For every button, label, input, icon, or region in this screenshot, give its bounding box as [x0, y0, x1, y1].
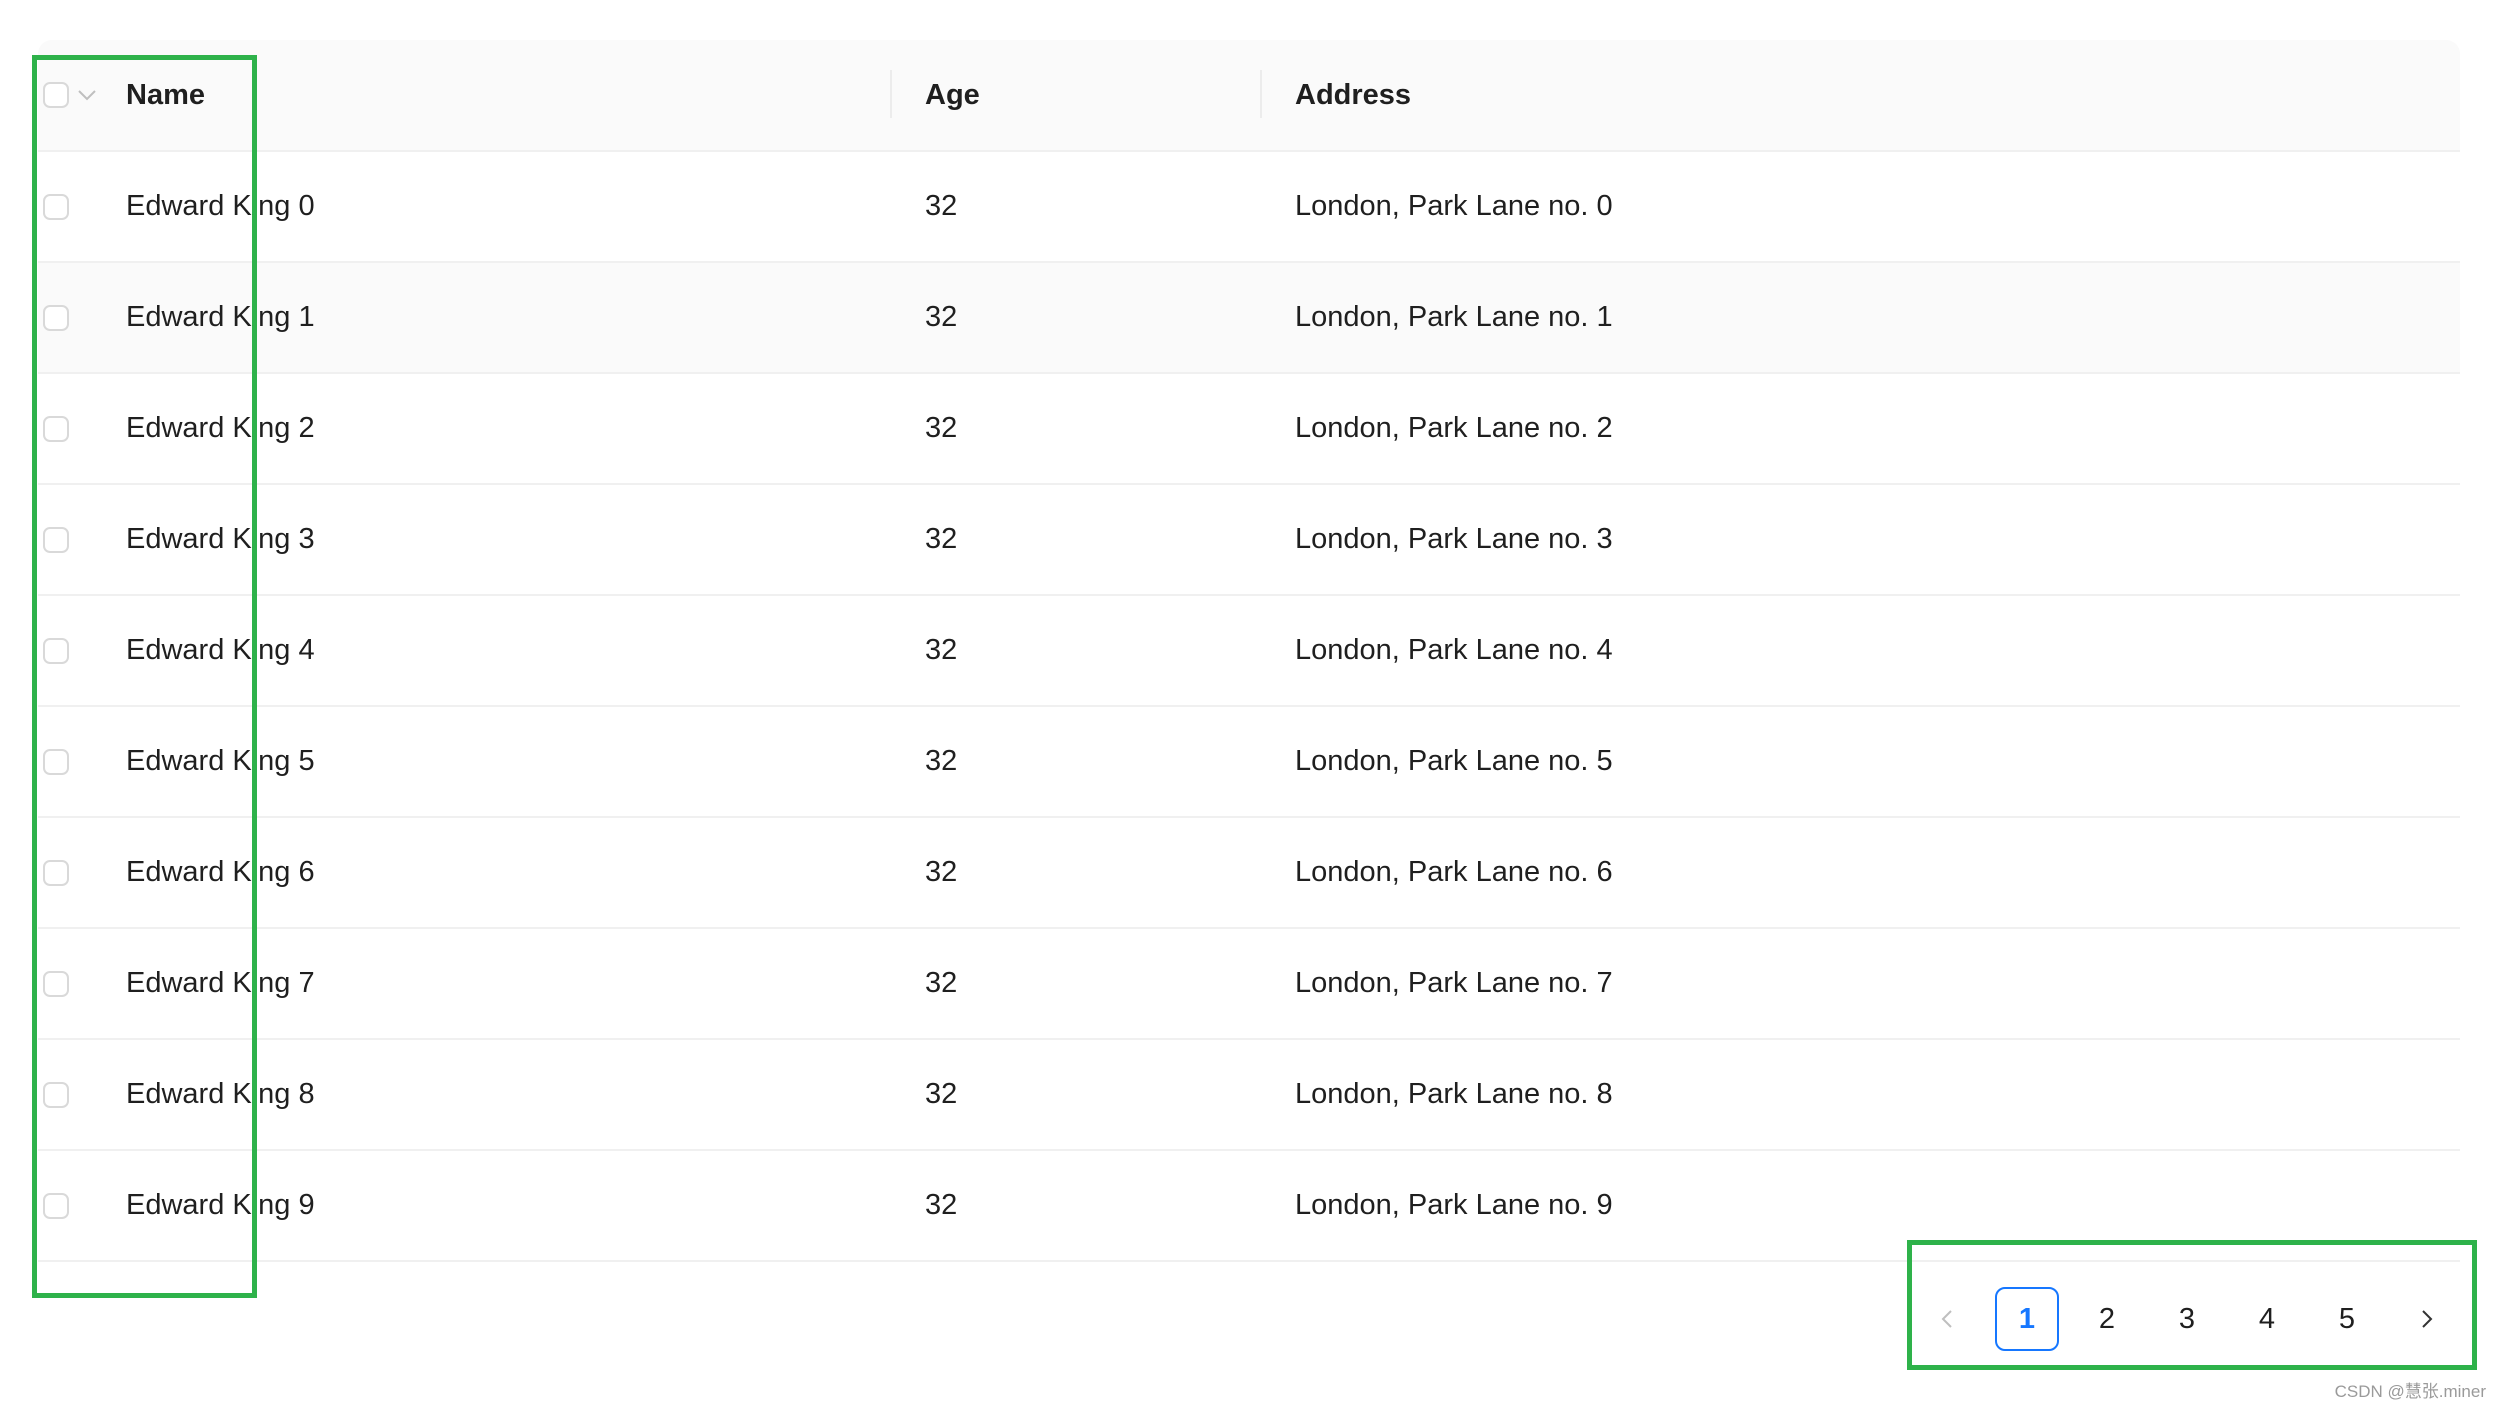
cell-age: 32: [925, 967, 958, 999]
cell-address: London, Park Lane no. 7: [1295, 967, 1613, 999]
cell-age: 32: [925, 523, 958, 555]
cell-address: London, Park Lane no. 6: [1295, 856, 1613, 888]
table-row[interactable]: Edward King 1 32 London, Park Lane no. 1: [38, 263, 2460, 374]
column-separator: [1260, 70, 1262, 118]
cell-age: 32: [925, 1078, 958, 1110]
cell-address: London, Park Lane no. 0: [1295, 190, 1613, 222]
cell-address: London, Park Lane no. 2: [1295, 412, 1613, 444]
cell-age: 32: [925, 190, 958, 222]
watermark: CSDN @慧张.miner: [2334, 1382, 2486, 1401]
cell-age: 32: [925, 412, 958, 444]
cell-address: London, Park Lane no. 3: [1295, 523, 1613, 555]
cell-age: 32: [925, 745, 958, 777]
cell-age: 32: [925, 301, 958, 333]
cell-address: London, Park Lane no. 5: [1295, 745, 1613, 777]
table-header: Name Age Address: [38, 40, 2460, 152]
cell-age: 32: [925, 1189, 958, 1221]
annotation-frame-pagination: [1907, 1240, 2477, 1370]
table-row[interactable]: Edward King 3 32 London, Park Lane no. 3: [38, 485, 2460, 596]
column-header-age: Age: [925, 78, 980, 111]
cell-address: London, Park Lane no. 1: [1295, 301, 1613, 333]
cell-address: London, Park Lane no. 4: [1295, 634, 1613, 666]
annotation-frame-selection-column: [32, 55, 257, 1298]
cell-age: 32: [925, 856, 958, 888]
cell-age: 32: [925, 634, 958, 666]
table-row[interactable]: Edward King 7 32 London, Park Lane no. 7: [38, 929, 2460, 1040]
table-row[interactable]: Edward King 4 32 London, Park Lane no. 4: [38, 596, 2460, 707]
table-row[interactable]: Edward King 2 32 London, Park Lane no. 2: [38, 374, 2460, 485]
column-header-address: Address: [1295, 78, 1412, 111]
column-separator: [890, 70, 892, 118]
cell-address: London, Park Lane no. 9: [1295, 1189, 1613, 1221]
table-row[interactable]: Edward King 0 32 London, Park Lane no. 0: [38, 152, 2460, 263]
data-table: Name Age Address Edward King 0 32 London, …: [38, 40, 2460, 1262]
table-row[interactable]: Edward King 8 32 London, Park Lane no. 8: [38, 1040, 2460, 1151]
table-row[interactable]: Edward King 6 32 London, Park Lane no. 6: [38, 818, 2460, 929]
cell-address: London, Park Lane no. 8: [1295, 1078, 1613, 1110]
page: Name Age Address Edward King 0 32 London, …: [0, 0, 2500, 1410]
table-row[interactable]: Edward King 5 32 London, Park Lane no. 5: [38, 707, 2460, 818]
table-body: Edward King 0 32 London, Park Lane no. 0 Ed…: [38, 152, 2460, 1262]
